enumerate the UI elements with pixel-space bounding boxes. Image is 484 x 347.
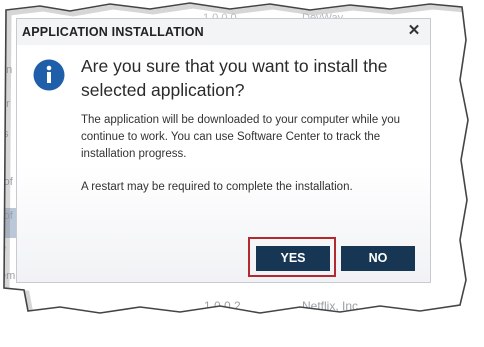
torn-paper-frame bbox=[0, 0, 484, 347]
